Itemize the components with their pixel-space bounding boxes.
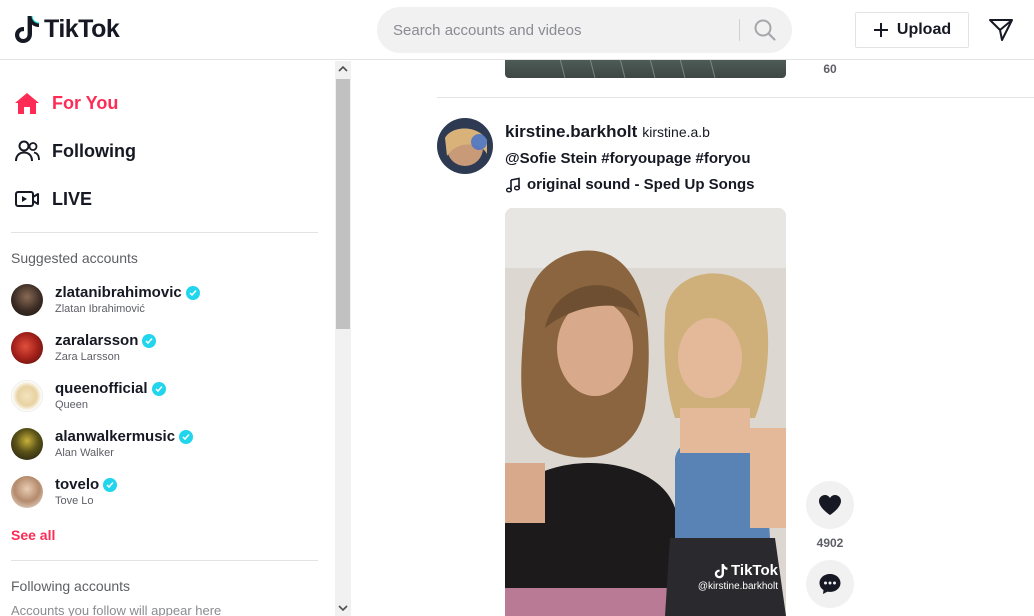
- scroll-up-arrow-icon[interactable]: [335, 61, 351, 77]
- verified-badge-icon: [142, 333, 157, 348]
- suggested-account-item[interactable]: alanwalkermusic Alan Walker: [11, 428, 311, 468]
- avatar: [11, 428, 43, 460]
- suggested-account-item[interactable]: tovelo Tove Lo: [11, 476, 311, 516]
- sidebar-scrollbar[interactable]: [335, 61, 351, 616]
- following-accounts-title: Following accounts: [11, 578, 131, 594]
- logo-text: TikTok: [44, 14, 120, 43]
- music-title: original sound - Sped Up Songs: [527, 176, 755, 193]
- nav-label: For You: [52, 92, 119, 113]
- like-count: 4902: [816, 536, 844, 550]
- suggested-account-item[interactable]: zaralarsson Zara Larsson: [11, 332, 311, 372]
- comment-icon: [819, 574, 841, 594]
- like-button[interactable]: [806, 481, 854, 529]
- nav-label: LIVE: [52, 188, 93, 209]
- avatar: [11, 332, 43, 364]
- watermark-username: @kirstine.barkholt: [697, 581, 778, 592]
- scroll-thumb[interactable]: [336, 79, 350, 329]
- avatar: [11, 380, 43, 412]
- previous-post-count: 60: [823, 62, 837, 76]
- suggested-accounts-title: Suggested accounts: [11, 250, 138, 266]
- following-empty-text: Accounts you follow will appear here: [11, 603, 222, 616]
- account-username: zlatanibrahimovic: [55, 284, 182, 301]
- search-divider: [739, 19, 740, 41]
- account-display-name: Tove Lo: [55, 495, 94, 507]
- video-frame-image: [505, 208, 786, 616]
- tiktok-logo[interactable]: TikTok: [14, 14, 120, 44]
- see-all-link[interactable]: See all: [11, 527, 55, 543]
- post-nickname: kirstine.a.b: [642, 124, 710, 140]
- scroll-down-arrow-icon[interactable]: [335, 600, 351, 616]
- verified-badge-icon: [103, 477, 118, 492]
- divider: [11, 232, 318, 233]
- nav-label: Following: [52, 140, 136, 161]
- upload-label: Upload: [896, 21, 952, 38]
- author-avatar-image: [437, 118, 493, 174]
- post-author-avatar[interactable]: [437, 118, 493, 174]
- inbox-button[interactable]: [988, 17, 1014, 48]
- account-display-name: Alan Walker: [55, 447, 114, 459]
- verified-badge-icon: [185, 285, 200, 300]
- account-username: zaralarsson: [55, 332, 139, 349]
- post-username[interactable]: kirstine.barkholt: [505, 122, 637, 142]
- avatar: [11, 284, 43, 316]
- account-username: queenofficial: [55, 380, 148, 397]
- sidebar: For You Following LIVE Suggested account…: [0, 61, 335, 616]
- account-username: alanwalkermusic: [55, 428, 176, 445]
- nav-for-you[interactable]: For You: [14, 91, 118, 115]
- search-icon: [754, 19, 776, 41]
- nav-following[interactable]: Following: [14, 139, 136, 163]
- video-player[interactable]: TikTok @kirstine.barkholt: [505, 208, 786, 616]
- home-icon: [15, 93, 39, 114]
- tiktok-logo-icon: [15, 15, 40, 43]
- plus-icon: [873, 23, 888, 37]
- account-username: tovelo: [55, 476, 100, 493]
- verified-badge-icon: [151, 381, 166, 396]
- verified-badge-icon: [179, 429, 194, 444]
- suggested-account-item[interactable]: queenofficial Queen: [11, 380, 311, 420]
- search-button[interactable]: [749, 17, 781, 43]
- search-bar: [377, 7, 792, 53]
- watermark-logo-text: TikTok: [731, 562, 778, 579]
- music-note-icon: [505, 177, 521, 192]
- post-divider: [437, 97, 1034, 98]
- post-music[interactable]: original sound - Sped Up Songs: [505, 176, 755, 193]
- people-icon: [15, 140, 40, 162]
- post-caption: @Sofie Stein #foryoupage #foryou: [505, 150, 751, 167]
- divider: [11, 560, 318, 561]
- avatar: [11, 476, 43, 508]
- tiktok-watermark-icon: [714, 563, 728, 578]
- comment-button[interactable]: [806, 560, 854, 608]
- account-display-name: Zlatan Ibrahimović: [55, 303, 145, 315]
- send-filter-icon: [989, 19, 1013, 41]
- top-bar: TikTok Upload: [0, 0, 1034, 60]
- live-icon: [15, 191, 39, 207]
- post-author[interactable]: kirstine.barkholt kirstine.a.b: [505, 122, 710, 142]
- upload-button[interactable]: Upload: [855, 12, 969, 48]
- video-watermark: TikTok @kirstine.barkholt: [698, 562, 778, 592]
- account-display-name: Zara Larsson: [55, 351, 120, 363]
- heart-icon: [819, 495, 841, 515]
- search-input[interactable]: [393, 7, 723, 53]
- account-display-name: Queen: [55, 399, 89, 411]
- nav-live[interactable]: LIVE: [14, 187, 92, 211]
- suggested-account-item[interactable]: zlatanibrahimovic Zlatan Ibrahimović: [11, 284, 311, 324]
